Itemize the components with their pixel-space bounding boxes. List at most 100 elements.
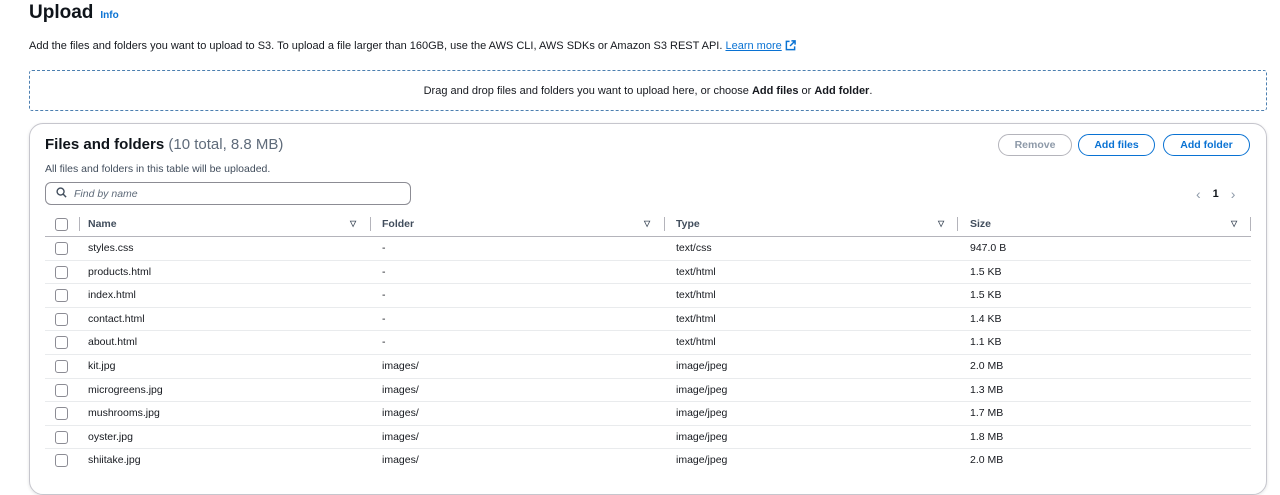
cell-size: 1.5 KB xyxy=(970,289,1002,302)
remove-button[interactable]: Remove xyxy=(998,134,1072,156)
cell-name: styles.css xyxy=(88,242,134,254)
cell-size: 1.3 MB xyxy=(970,383,1004,396)
cell-folder: images/ xyxy=(382,430,419,443)
drop-zone-text: Drag and drop files and folders you want… xyxy=(424,85,873,97)
table-row[interactable]: microgreens.jpg images/image/jpeg 1.3 MB xyxy=(45,377,1251,402)
sort-icon[interactable]: ▽ xyxy=(350,219,356,228)
cell-folder: images/ xyxy=(382,383,419,396)
table-row[interactable]: styles.css - text/css 947.0 B xyxy=(45,236,1251,260)
row-checkbox[interactable] xyxy=(55,289,68,303)
page-header: Upload Info xyxy=(29,2,119,24)
column-divider xyxy=(1250,217,1251,231)
chevron-right-icon[interactable]: › xyxy=(1231,187,1236,201)
page-description: Add the files and folders you want to up… xyxy=(29,40,796,54)
column-header-type[interactable]: Type xyxy=(676,218,700,230)
cell-name: mushrooms.jpg xyxy=(88,407,160,420)
files-and-folders-panel: Files and folders (10 total, 8.8 MB) All… xyxy=(29,123,1267,495)
files-table: Name ▽ Folder ▽ Type ▽ Size ▽ styles.css… xyxy=(45,213,1251,472)
row-checkbox[interactable] xyxy=(55,312,68,326)
row-checkbox[interactable] xyxy=(55,359,68,373)
row-checkbox[interactable] xyxy=(55,336,68,350)
table-header: Name ▽ Folder ▽ Type ▽ Size ▽ xyxy=(45,213,1251,236)
cell-type: text/html xyxy=(676,312,716,325)
cell-size: 1.1 KB xyxy=(970,336,1002,349)
cell-type: text/html xyxy=(676,265,716,278)
cell-name: about.html xyxy=(88,336,138,349)
page-title: Upload xyxy=(29,2,94,23)
table-row[interactable]: oyster.jpg images/image/jpeg 1.8 MB xyxy=(45,424,1251,449)
sort-icon[interactable]: ▽ xyxy=(644,219,650,228)
cell-type: image/jpeg xyxy=(676,383,728,396)
cell-name: kit.jpg xyxy=(88,359,116,372)
panel-title: Files and folders (10 total, 8.8 MB) xyxy=(45,136,283,153)
current-page[interactable]: 1 xyxy=(1213,188,1219,200)
add-folder-button[interactable]: Add folder xyxy=(1163,134,1250,156)
search-field[interactable] xyxy=(45,182,411,205)
cell-size: 947.0 B xyxy=(970,242,1007,254)
panel-subtitle: All files and folders in this table will… xyxy=(45,163,271,175)
sort-icon[interactable]: ▽ xyxy=(1231,219,1237,228)
column-header-name[interactable]: Name xyxy=(88,218,117,230)
column-header-size[interactable]: Size xyxy=(970,218,991,230)
table-row[interactable]: shiitake.jpg images/image/jpeg 2.0 MB xyxy=(45,448,1251,472)
cell-size: 1.8 MB xyxy=(970,430,1004,443)
table-row[interactable]: kit.jpg images/image/jpeg 2.0 MB xyxy=(45,353,1251,378)
cell-folder: - xyxy=(382,336,386,349)
select-all-checkbox[interactable] xyxy=(55,218,68,231)
column-divider xyxy=(79,217,80,231)
column-divider xyxy=(664,217,665,231)
row-checkbox[interactable] xyxy=(55,265,68,279)
cell-size: 1.5 KB xyxy=(970,265,1002,278)
row-checkbox[interactable] xyxy=(55,430,68,444)
cell-type: text/css xyxy=(676,242,712,254)
chevron-left-icon[interactable]: ‹ xyxy=(1196,187,1201,201)
drop-zone[interactable]: Drag and drop files and folders you want… xyxy=(29,70,1267,111)
cell-name: products.html xyxy=(88,265,152,278)
drop-zone-suffix: . xyxy=(869,84,873,97)
cell-type: image/jpeg xyxy=(676,454,728,467)
external-link-icon xyxy=(785,40,796,54)
cell-size: 2.0 MB xyxy=(970,359,1004,372)
sort-icon[interactable]: ▽ xyxy=(938,219,944,228)
cell-name: contact.html xyxy=(88,312,145,325)
cell-folder: images/ xyxy=(382,359,419,372)
drop-zone-prefix: Drag and drop files and folders you want… xyxy=(423,84,749,97)
row-checkbox[interactable] xyxy=(55,454,68,468)
learn-more-label: Learn more xyxy=(725,40,782,52)
search-icon xyxy=(56,185,67,203)
drop-zone-or: or xyxy=(801,84,812,97)
cell-folder: - xyxy=(382,312,386,325)
table-row[interactable]: contact.html - text/html 1.4 KB xyxy=(45,306,1251,331)
description-text: Add the files and folders you want to up… xyxy=(29,40,723,52)
cell-type: text/html xyxy=(676,289,716,302)
column-header-folder[interactable]: Folder xyxy=(382,218,414,230)
cell-size: 1.7 MB xyxy=(970,407,1004,420)
cell-folder: - xyxy=(382,265,386,278)
cell-type: image/jpeg xyxy=(676,407,728,420)
table-row[interactable]: mushrooms.jpg images/image/jpeg 1.7 MB xyxy=(45,401,1251,425)
cell-name: microgreens.jpg xyxy=(88,383,163,396)
cell-folder: images/ xyxy=(382,454,419,467)
cell-folder: - xyxy=(382,289,386,302)
row-checkbox[interactable] xyxy=(55,383,68,397)
panel-title-text: Files and folders xyxy=(45,136,165,153)
row-checkbox[interactable] xyxy=(55,242,68,255)
panel-count: (10 total, 8.8 MB) xyxy=(168,136,284,153)
add-files-button[interactable]: Add files xyxy=(1078,134,1155,156)
table-body: styles.css - text/css 947.0 B products.html -… xyxy=(45,236,1251,472)
search-input[interactable] xyxy=(74,187,394,200)
cell-folder: images/ xyxy=(382,407,419,420)
pagination: ‹ 1 › xyxy=(1196,187,1235,201)
table-row[interactable]: about.html - text/html 1.1 KB xyxy=(45,330,1251,354)
row-checkbox[interactable] xyxy=(55,407,68,421)
cell-name: shiitake.jpg xyxy=(88,454,141,467)
cell-size: 2.0 MB xyxy=(970,454,1004,467)
column-divider xyxy=(957,217,958,231)
learn-more-link[interactable]: Learn more xyxy=(725,40,796,54)
cell-name: index.html xyxy=(88,289,136,302)
drop-zone-add-files: Add files xyxy=(751,84,799,97)
cell-type: image/jpeg xyxy=(676,359,728,372)
table-row[interactable]: products.html - text/html 1.5 KB xyxy=(45,259,1251,284)
info-link[interactable]: Info xyxy=(100,10,118,21)
table-row[interactable]: index.html - text/html 1.5 KB xyxy=(45,283,1251,307)
